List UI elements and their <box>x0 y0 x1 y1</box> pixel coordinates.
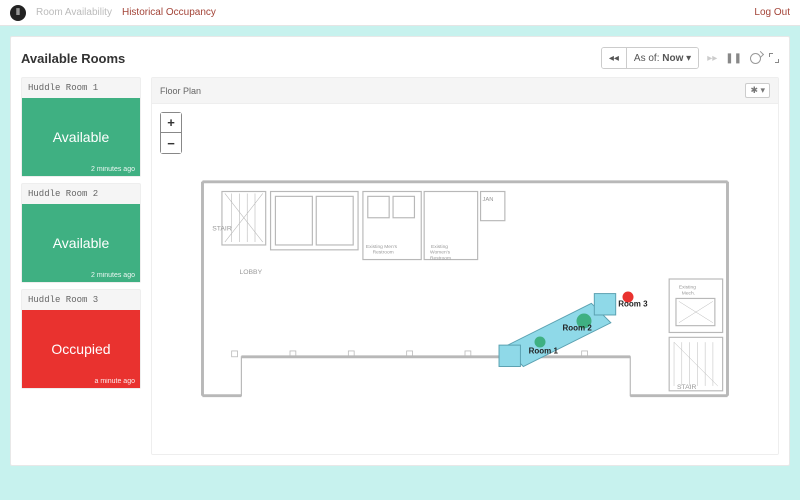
time-forward-button: ▸▸ <box>707 53 717 64</box>
room-marker[interactable]: Room 2 <box>576 314 591 329</box>
svg-text:Existing Men's: Existing Men's <box>366 244 398 250</box>
room-status: Occupieda minute ago <box>22 310 140 388</box>
nav-room-availability[interactable]: Room Availability <box>36 7 112 18</box>
svg-text:LOBBY: LOBBY <box>239 269 262 276</box>
room-card[interactable]: Huddle Room 2Available2 minutes ago <box>21 183 141 283</box>
room-name: Huddle Room 2 <box>22 184 140 204</box>
zoom-controls: + − <box>160 112 182 154</box>
svg-text:Restroom: Restroom <box>430 256 451 262</box>
room-name: Huddle Room 1 <box>22 78 140 98</box>
room-timestamp: 2 minutes ago <box>91 272 135 279</box>
floor-plan-canvas[interactable]: + − STAIR <box>152 104 778 454</box>
floor-plan-title: Floor Plan <box>160 86 201 96</box>
svg-text:JAN: JAN <box>483 197 494 203</box>
svg-text:Mech.: Mech. <box>682 291 695 297</box>
room-name: Huddle Room 3 <box>22 290 140 310</box>
marker-label: Room 3 <box>618 299 647 308</box>
brand-logo: ⦀ <box>10 5 26 21</box>
floor-plan-settings-button[interactable]: ✱ ▾ <box>745 83 770 98</box>
time-rewind-button[interactable]: ◂◂ <box>602 48 627 68</box>
svg-text:STAIR: STAIR <box>212 225 232 232</box>
floor-plan-panel: Floor Plan ✱ ▾ + − <box>151 77 779 455</box>
panel-title: Available Rooms <box>21 51 125 66</box>
asof-value: Now <box>662 53 683 64</box>
room-card[interactable]: Huddle Room 1Available2 minutes ago <box>21 77 141 177</box>
main-panel: Available Rooms ◂◂ As of: Now ▾ ▸▸ ❚❚ Hu… <box>10 36 790 466</box>
room-marker[interactable]: Room 1 <box>535 337 546 348</box>
svg-text:Women's: Women's <box>430 250 451 256</box>
pause-button[interactable]: ❚❚ <box>725 53 742 64</box>
logout-link[interactable]: Log Out <box>754 7 790 18</box>
svg-text:Existing: Existing <box>431 244 448 250</box>
time-picker-button[interactable]: As of: Now ▾ <box>627 48 698 68</box>
svg-text:Restroom: Restroom <box>373 250 394 256</box>
room-timestamp: 2 minutes ago <box>91 166 135 173</box>
room-status: Available2 minutes ago <box>22 204 140 282</box>
zoom-in-button[interactable]: + <box>161 113 181 133</box>
zoom-out-button[interactable]: − <box>161 133 181 153</box>
svg-text:Existing: Existing <box>679 285 696 291</box>
room-card[interactable]: Huddle Room 3Occupieda minute ago <box>21 289 141 389</box>
marker-label: Room 1 <box>529 347 558 356</box>
svg-text:STAIR: STAIR <box>677 384 697 391</box>
asof-prefix: As of: <box>634 53 660 64</box>
room-status: Available2 minutes ago <box>22 98 140 176</box>
rooms-list: Huddle Room 1Available2 minutes agoHuddl… <box>21 77 141 455</box>
floorplan-svg: STAIR LOBBY Existing Men's Restroom Exis… <box>152 104 778 454</box>
time-controls: ◂◂ As of: Now ▾ ▸▸ ❚❚ <box>601 47 779 69</box>
nav-historical-occupancy[interactable]: Historical Occupancy <box>122 7 216 18</box>
refresh-icon[interactable] <box>750 53 761 64</box>
fullscreen-icon[interactable] <box>769 53 779 63</box>
room-marker[interactable]: Room 3 <box>622 291 633 302</box>
marker-label: Room 2 <box>562 324 591 333</box>
room-timestamp: a minute ago <box>95 378 135 385</box>
